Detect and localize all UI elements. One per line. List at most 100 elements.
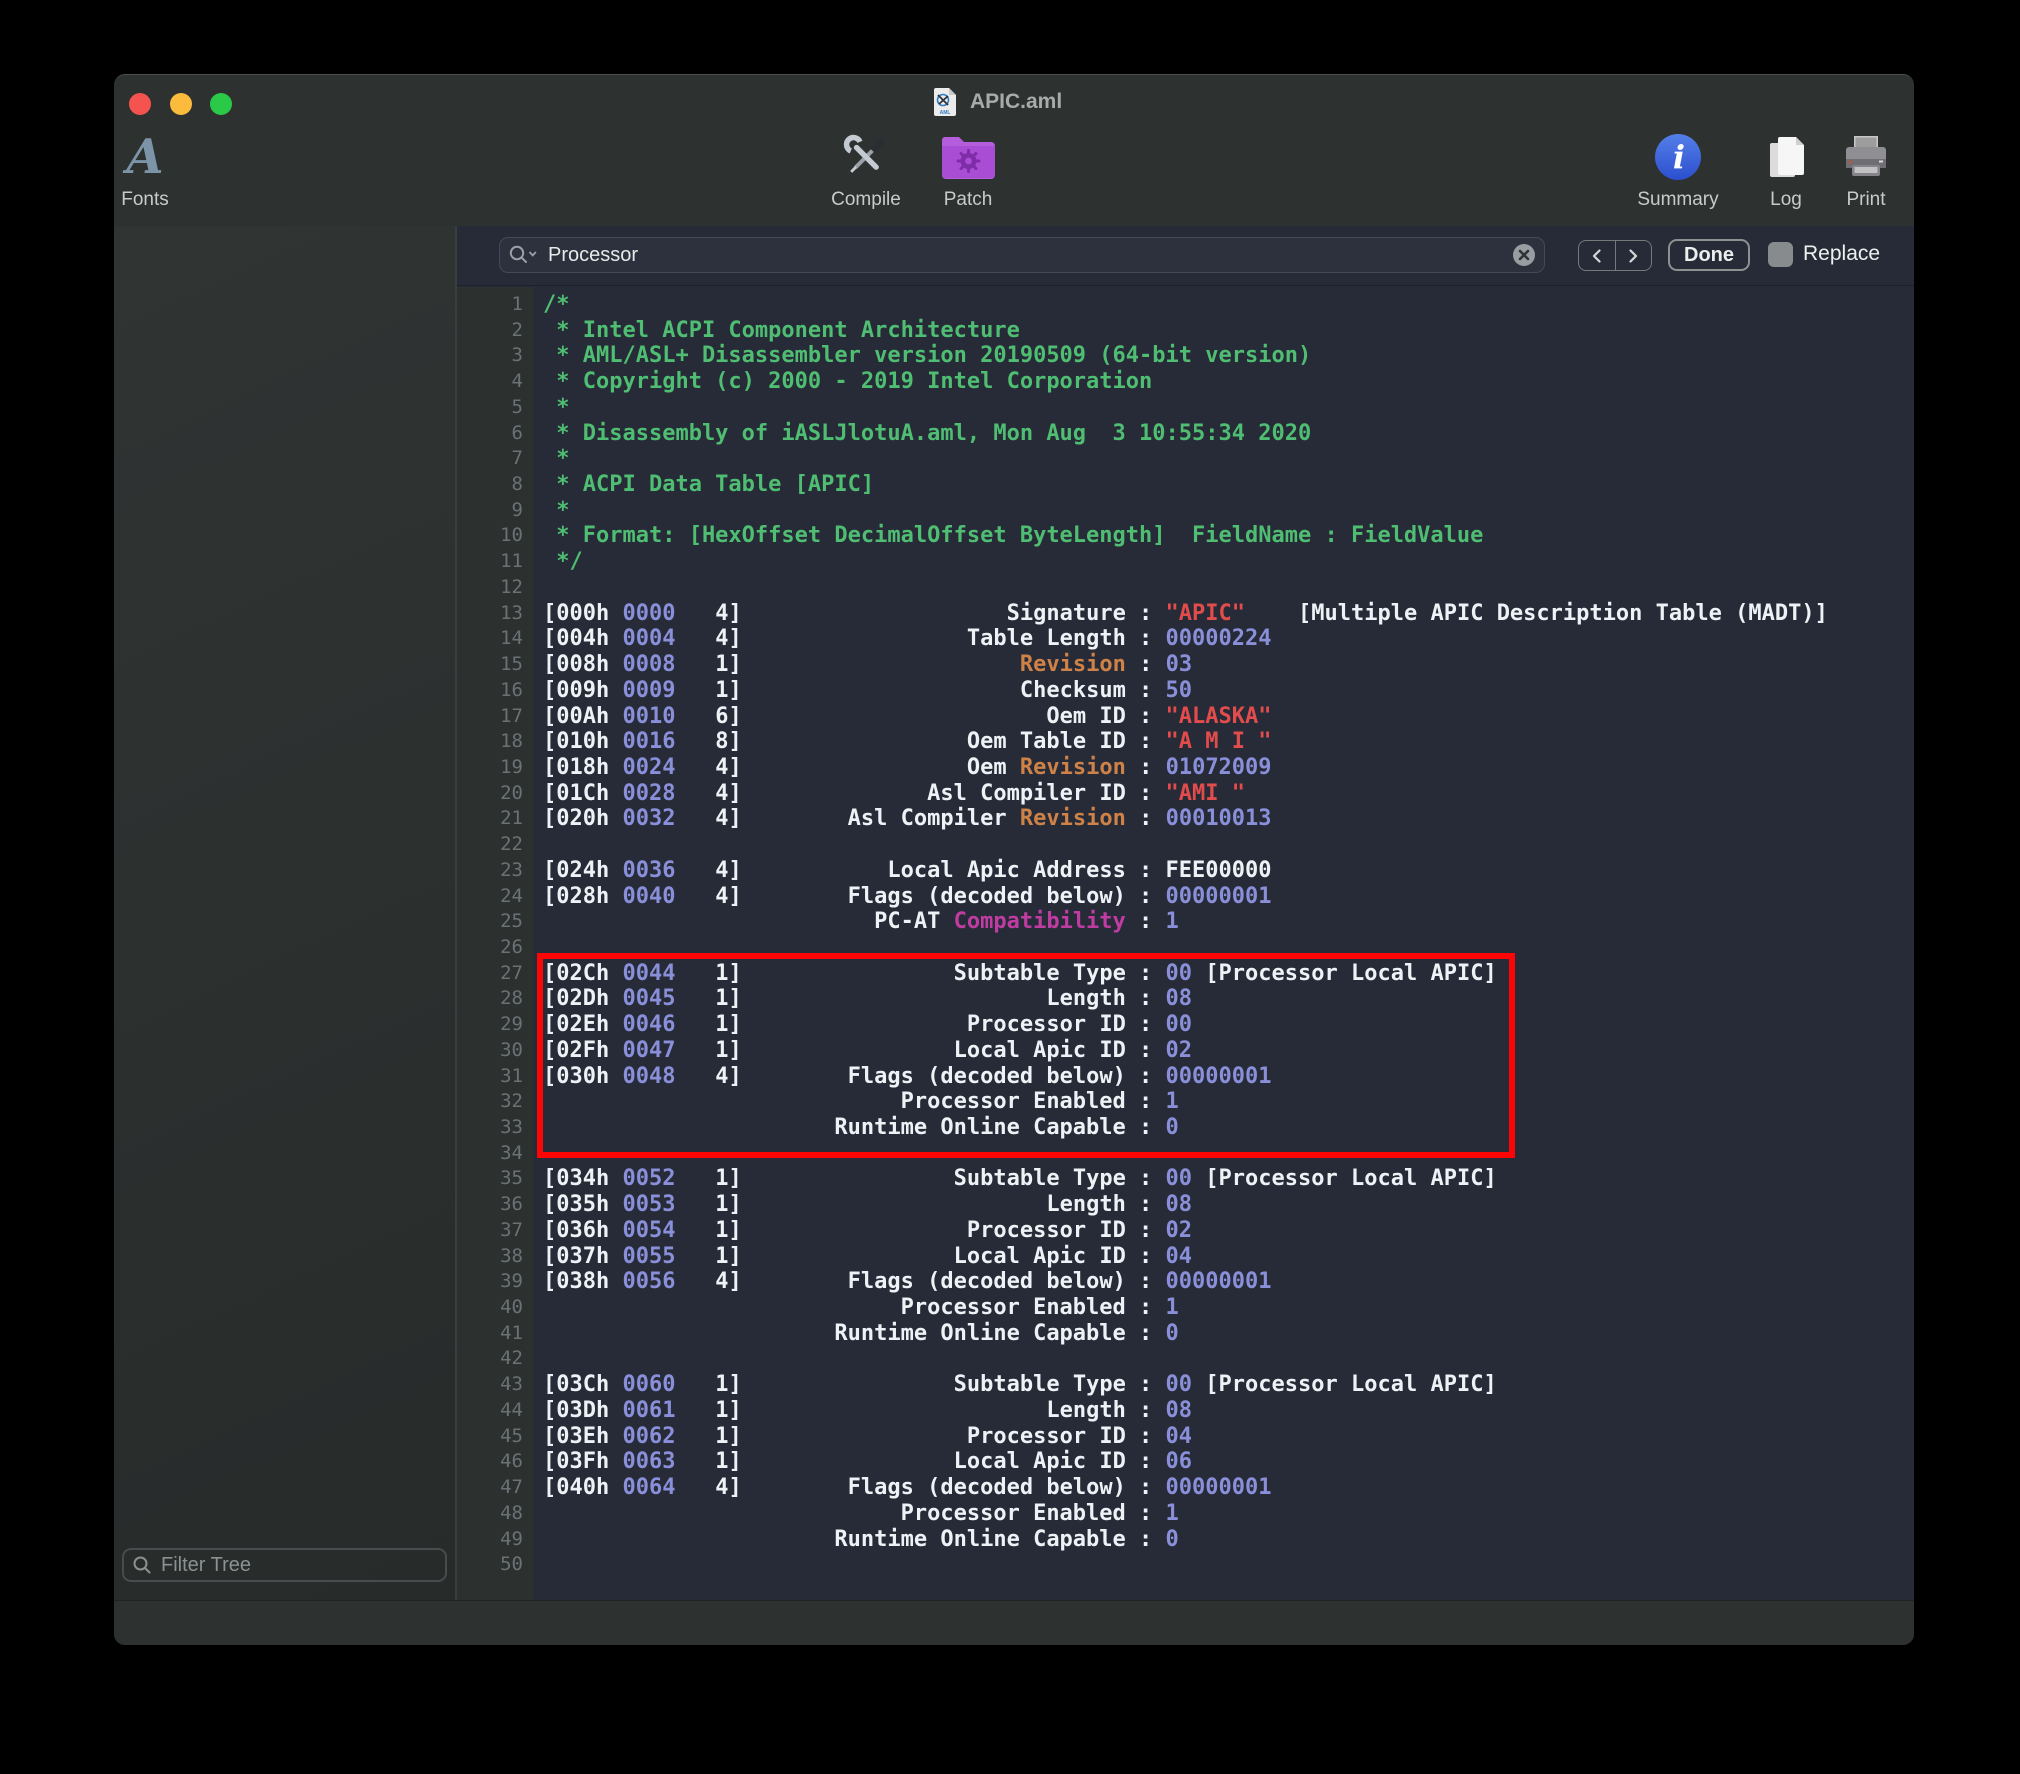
code-line: 37[036h 0054 1] Processor ID : 02 [457,1218,1914,1244]
find-previous-button[interactable] [1579,241,1615,270]
search-field[interactable] [499,237,1545,273]
code-line: 40 Processor Enabled : 1 [457,1295,1914,1321]
line-number: 44 [457,1398,533,1424]
line-number: 30 [457,1038,533,1064]
line-number: 17 [457,704,533,730]
code-editor[interactable]: 1/*2 * Intel ACPI Component Architecture… [457,287,1914,1602]
compile-label: Compile [831,189,901,211]
fonts-button[interactable]: A Fonts [114,129,205,211]
patch-sidebar: Filter Tree [114,226,455,1602]
code-line: 29[02Eh 0046 1] Processor ID : 00 [457,1012,1914,1038]
line-number: 25 [457,909,533,935]
line-number: 29 [457,1012,533,1038]
chevron-right-icon [1625,247,1641,265]
line-number: 4 [457,369,533,395]
line-number: 42 [457,1346,533,1372]
line-number: 14 [457,626,533,652]
code-line: 49 Runtime Online Capable : 0 [457,1527,1914,1553]
code-line: 5 * [457,395,1914,421]
replace-label: Replace [1803,242,1880,266]
app-window: AML APIC.aml A Fonts [114,74,1914,1645]
editor-pane: Done Replace 1/*2 * Intel ACPI Component… [457,226,1914,1602]
line-number: 37 [457,1218,533,1244]
close-button[interactable] [129,93,151,115]
code-line: 44[03Dh 0061 1] Length : 08 [457,1398,1914,1424]
code-line: 4 * Copyright (c) 2000 - 2019 Intel Corp… [457,369,1914,395]
code-line: 17[00Ah 0010 6] Oem ID : "ALASKA" [457,704,1914,730]
code-line: 23[024h 0036 4] Local Apic Address : FEE… [457,858,1914,884]
line-number: 35 [457,1166,533,1192]
line-number: 49 [457,1527,533,1553]
code-line: 22 [457,832,1914,858]
document-icon: AML [932,87,958,117]
code-line: 35[034h 0052 1] Subtable Type : 00 [Proc… [457,1166,1914,1192]
patch-button[interactable]: Patch [908,129,1028,211]
code-line: 1/* [457,292,1914,318]
line-number: 34 [457,1141,533,1167]
code-line: 14[004h 0004 4] Table Length : 00000224 [457,626,1914,652]
line-number: 5 [457,395,533,421]
summary-button[interactable]: i Summary [1618,129,1738,211]
search-input[interactable] [546,243,1512,268]
line-number: 27 [457,961,533,987]
line-number: 28 [457,986,533,1012]
line-number: 38 [457,1244,533,1270]
code-line: 50 [457,1552,1914,1578]
titlebar: AML APIC.aml [114,75,1914,121]
code-line: 46[03Fh 0063 1] Local Apic ID : 06 [457,1449,1914,1475]
line-number: 3 [457,343,533,369]
done-button[interactable]: Done [1668,239,1750,271]
print-label: Print [1846,189,1885,211]
replace-checkbox[interactable] [1768,242,1793,267]
code-line: 36[035h 0053 1] Length : 08 [457,1192,1914,1218]
patch-folder-icon [938,129,998,185]
line-number: 2 [457,318,533,344]
line-number: 48 [457,1501,533,1527]
svg-text:AML: AML [940,110,951,116]
code-line: 42 [457,1346,1914,1372]
code-line: 25 PC-AT Compatibility : 1 [457,909,1914,935]
line-number: 1 [457,292,533,318]
code-line: 47[040h 0064 4] Flags (decoded below) : … [457,1475,1914,1501]
line-number: 39 [457,1269,533,1295]
line-number: 8 [457,472,533,498]
svg-text:i: i [1673,138,1685,176]
line-number: 13 [457,601,533,627]
line-number: 41 [457,1321,533,1347]
patch-label: Patch [944,189,993,211]
line-number: 22 [457,832,533,858]
code-line: 41 Runtime Online Capable : 0 [457,1321,1914,1347]
code-line: 19[018h 0024 4] Oem Revision : 01072009 [457,755,1914,781]
line-number: 40 [457,1295,533,1321]
code-line: 6 * Disassembly of iASLJlotuA.aml, Mon A… [457,421,1914,447]
log-documents-icon [1762,129,1810,185]
code-line: 30[02Fh 0047 1] Local Apic ID : 02 [457,1038,1914,1064]
code-line: 28[02Dh 0045 1] Length : 08 [457,986,1914,1012]
chevron-left-icon [1589,247,1605,265]
zoom-button[interactable] [210,93,232,115]
code-line: 13[000h 0000 4] Signature : "APIC" [Mult… [457,601,1914,627]
window-footer [114,1600,1914,1645]
code-line: 43[03Ch 0060 1] Subtable Type : 00 [Proc… [457,1372,1914,1398]
clear-search-icon[interactable] [1512,243,1536,267]
filter-tree-field[interactable]: Filter Tree [122,1548,447,1582]
find-next-button[interactable] [1615,241,1652,270]
code-line: 26 [457,935,1914,961]
code-line: 2 * Intel ACPI Component Architecture [457,318,1914,344]
print-button[interactable]: Print [1806,129,1914,211]
printer-icon [1839,129,1893,185]
line-number: 26 [457,935,533,961]
minimize-button[interactable] [170,93,192,115]
code-line: 7 * [457,446,1914,472]
search-menu-icon[interactable] [508,244,538,266]
filter-placeholder: Filter Tree [161,1554,251,1577]
code-line: 10 * Format: [HexOffset DecimalOffset By… [457,523,1914,549]
line-number: 16 [457,678,533,704]
line-number: 43 [457,1372,533,1398]
line-number: 21 [457,806,533,832]
line-number: 10 [457,523,533,549]
find-prev-next-control [1578,240,1652,271]
line-number: 46 [457,1449,533,1475]
code-line: 45[03Eh 0062 1] Processor ID : 04 [457,1424,1914,1450]
compile-tools-icon [837,129,895,185]
